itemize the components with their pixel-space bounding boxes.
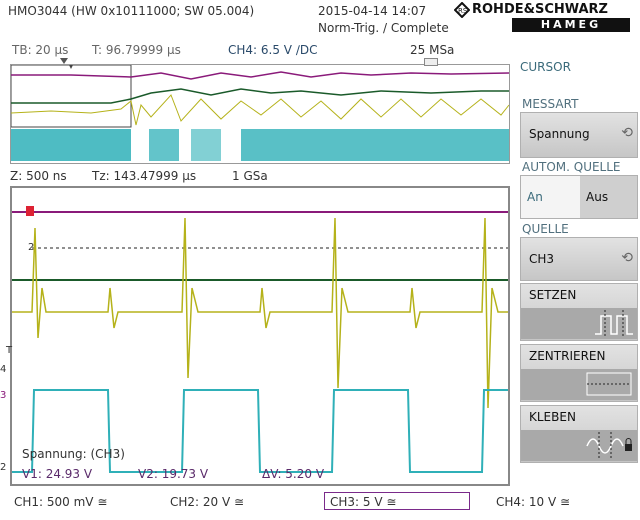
main-traces: [12, 206, 508, 473]
kleben-button[interactable]: KLEBEN: [520, 405, 638, 463]
kleben-lock-icon: [586, 432, 632, 458]
overview-ch3-burst-4: [241, 129, 509, 161]
autom-off-option[interactable]: Aus: [580, 176, 637, 218]
overview-ch3-burst-1: [11, 129, 131, 161]
ch4-setting[interactable]: CH4: 10 V ≅: [496, 495, 570, 509]
autom-quelle-toggle[interactable]: An Aus: [520, 175, 638, 219]
setzen-cursor-icon: [595, 310, 633, 336]
overview-ch3-burst-2: [149, 129, 179, 161]
zentrieren-button[interactable]: ZENTRIEREN: [520, 344, 638, 402]
zoom-sample-rate: 1 GSa: [232, 169, 268, 183]
quelle-title: QUELLE: [522, 222, 569, 236]
zoom-timebase: Z: 500 ns: [10, 169, 67, 183]
ch2-setting[interactable]: CH2: 20 V ≅: [170, 495, 244, 509]
messart-button[interactable]: Spannung ⟲: [520, 112, 638, 158]
messart-title: MESSART: [522, 97, 579, 111]
rotary-icon: ⟲: [621, 125, 633, 141]
autom-on-option[interactable]: An: [521, 176, 580, 218]
ch1-setting[interactable]: CH1: 500 mV ≅: [14, 495, 107, 509]
cursor-marker: 2: [28, 242, 35, 253]
trigger-mode: Norm-Trig. / Complete: [318, 21, 449, 35]
ch3-setting[interactable]: CH3: 5 V ≅: [330, 495, 396, 509]
overview-trigger-marker: [69, 65, 73, 69]
autom-quelle-title: AUTOM. QUELLE: [522, 160, 621, 174]
brand-logo: RS ROHDE&SCHWARZ HAMEG: [452, 2, 638, 36]
overview-ch3-burst-3: [191, 129, 221, 161]
trigger-source-readout: CH4: 6.5 V ∕DC: [228, 43, 318, 57]
overview-waveform[interactable]: [10, 64, 510, 164]
overview-ch4-trace: [11, 71, 510, 80]
main-waveform-display[interactable]: [10, 186, 510, 486]
sample-rate-readout: 25 MSa: [410, 43, 455, 57]
overview-ch2-trace: [11, 88, 509, 104]
cursor-readout-label: Spannung: (CH3): [22, 447, 125, 461]
cursor-v1: V1: 24.93 V: [22, 467, 93, 481]
rotary-icon: ⟲: [621, 250, 633, 266]
rs-logo-icon: RS: [454, 2, 470, 18]
trigger-time-readout: T: 96.79999 µs: [92, 43, 181, 57]
trigger-position-icon: [60, 58, 68, 64]
quelle-button[interactable]: CH3 ⟲: [520, 237, 638, 281]
ch2-marker: 2: [0, 462, 7, 473]
menu-title: CURSOR: [520, 60, 571, 74]
overview-ch1-trace: [10, 94, 510, 126]
trigger-marker: [26, 206, 34, 216]
cursor-v2: V2: 19.73 V: [138, 467, 209, 481]
zoom-time: Tz: 143.47999 µs: [92, 169, 197, 183]
setzen-button[interactable]: SETZEN: [520, 283, 638, 341]
svg-text:RS: RS: [458, 7, 468, 15]
zentrieren-icon: [586, 372, 632, 396]
datetime: 2015-04-14 14:07: [318, 4, 427, 18]
ch4-marker: 4: [0, 364, 7, 375]
timebase-readout: TB: 20 µs: [12, 43, 69, 57]
trigger-level-marker: T: [6, 345, 13, 356]
device-info: HMO3044 (HW 0x10111000; SW 05.004): [8, 4, 255, 18]
cursor-delta: ΔV: 5.20 V: [262, 467, 325, 481]
ch3-marker: 3: [0, 390, 7, 401]
zoom-position-icon: [424, 58, 438, 66]
ch1-trace: [12, 217, 508, 409]
overview-traces: [10, 64, 510, 161]
